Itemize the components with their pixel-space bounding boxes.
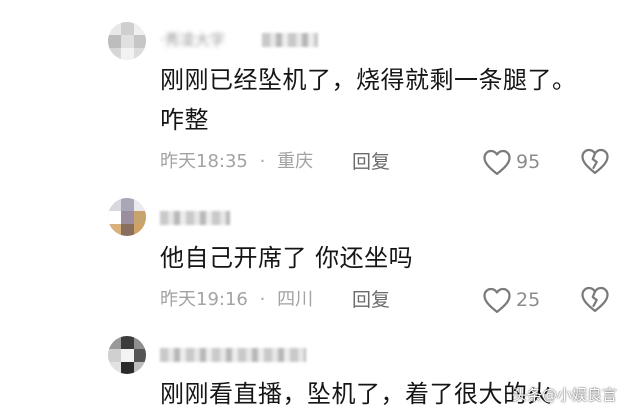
separator-dot: · [259, 289, 266, 310]
like-count: 25 [516, 289, 541, 311]
timestamp: 昨天18:35 [160, 151, 248, 172]
heart-outline-icon [483, 287, 511, 313]
dislike-button[interactable] [580, 285, 610, 315]
separator-dot: · [259, 151, 266, 172]
timestamp: 昨天19:16 [160, 289, 248, 310]
reply-button[interactable]: 回复 [352, 288, 390, 312]
comment-meta: 昨天19:16 · 四川 [160, 288, 313, 312]
avatar[interactable] [108, 336, 146, 374]
username-mosaic [262, 33, 318, 47]
comment-text-line: 他自己开席了 你还坐吗 [160, 244, 414, 272]
location: 四川 [277, 289, 314, 310]
avatar[interactable] [108, 22, 146, 60]
comment-meta: 昨天18:35 · 重庆 [160, 150, 313, 174]
comment-text-line: 刚刚已经坠机了，烧得就剩一条腿了。 [160, 66, 577, 94]
avatar[interactable] [108, 198, 146, 236]
like-button[interactable]: 25 [482, 285, 540, 315]
like-count: 95 [516, 151, 541, 173]
username[interactable]: ·秀凌大字 [160, 30, 225, 50]
dislike-button[interactable] [580, 147, 610, 177]
watermark: 头条@小娱良言 [512, 386, 618, 404]
reply-button[interactable]: 回复 [352, 150, 390, 174]
location: 重庆 [277, 151, 314, 172]
like-button[interactable]: 95 [482, 147, 540, 177]
username-mosaic [160, 348, 306, 362]
heart-outline-icon [483, 149, 511, 175]
username-mosaic [160, 211, 230, 225]
broken-heart-icon [581, 148, 609, 174]
comment-text-line: 刚刚看直播，坠机了，着了很大的火 [160, 380, 552, 408]
comment-text-line: 咋整 [160, 106, 209, 134]
broken-heart-icon [581, 286, 609, 312]
